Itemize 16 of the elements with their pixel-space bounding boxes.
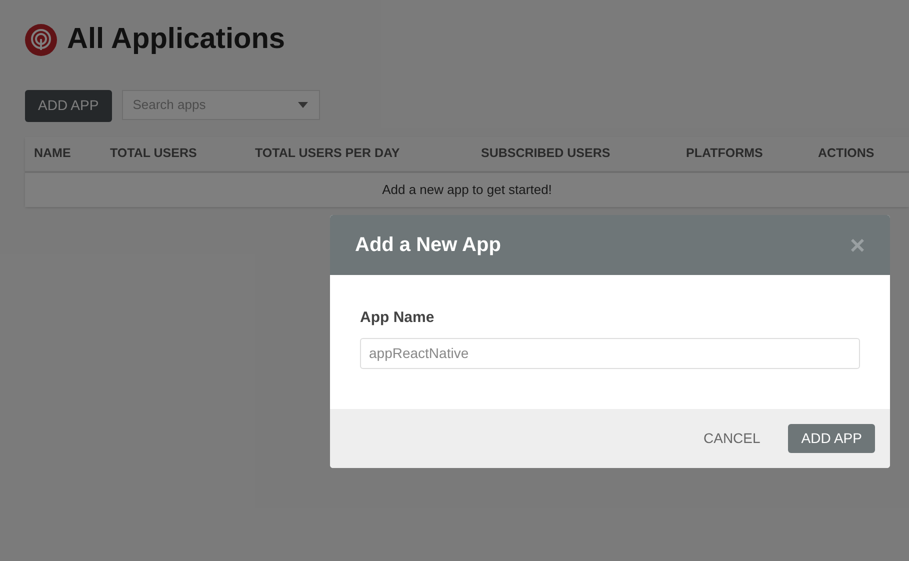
dialog-title: Add a New App xyxy=(355,233,501,258)
app-name-field[interactable]: appReactNative xyxy=(360,338,860,368)
logo-icon xyxy=(25,24,57,56)
column-header: NAME xyxy=(33,145,72,162)
page-title: All Applications xyxy=(67,22,286,57)
field-label: App Name xyxy=(360,308,436,328)
column-header: TOTAL USERS xyxy=(109,145,198,162)
column-header: ACTIONS xyxy=(817,145,876,162)
caret-icon xyxy=(298,102,308,108)
column-header: TOTAL USERS PER DAY xyxy=(254,145,401,162)
column-header: PLATFORMS xyxy=(685,145,764,162)
cancel-button[interactable]: CANCEL xyxy=(704,424,760,452)
empty-message: Add a new app to get started! xyxy=(382,180,552,199)
column-header: SUBSCRIBED USERS xyxy=(480,145,612,162)
add-app-button[interactable]: ADD APP xyxy=(788,424,875,452)
add-app-button[interactable]: ADD APP xyxy=(25,90,112,122)
